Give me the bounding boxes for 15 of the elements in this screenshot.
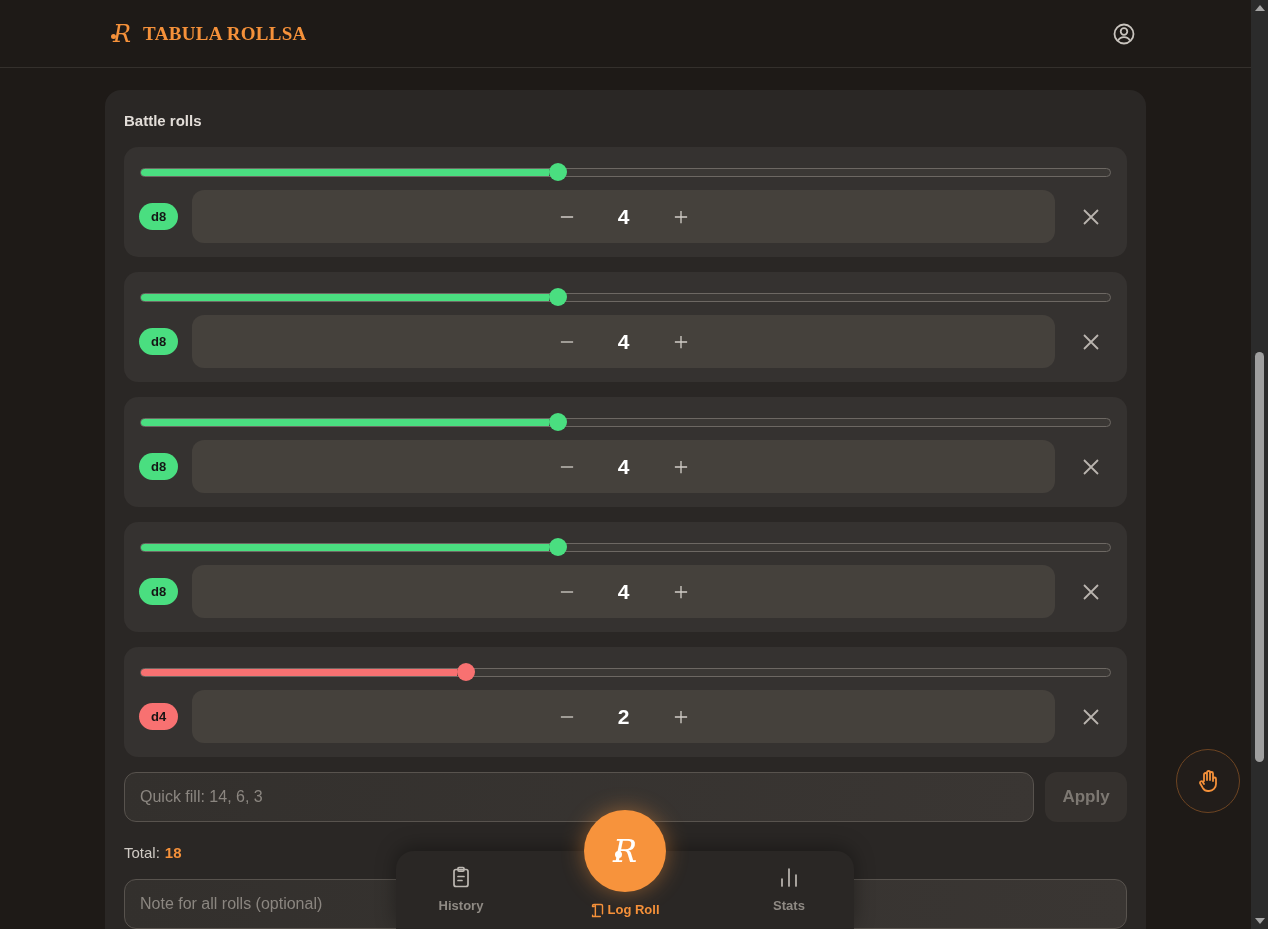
die-badge: d8 (139, 328, 179, 355)
roll-value: 4 (616, 579, 631, 604)
panel-title: Battle rolls (124, 111, 202, 131)
die-badge: d8 (139, 203, 179, 230)
total-label: Total: (124, 843, 160, 863)
brand-name: TABULA ROLLSA (143, 22, 307, 45)
die-badge: d4 (139, 703, 179, 730)
roll-value: 4 (616, 204, 631, 229)
roll-value: 2 (616, 704, 631, 729)
logo: R (109, 20, 132, 47)
roll-value: 4 (616, 454, 631, 479)
die-badge: d8 (139, 578, 179, 605)
roll-value: 4 (616, 329, 631, 354)
die-badge: d8 (139, 453, 179, 480)
total-value: 18 (164, 843, 182, 863)
